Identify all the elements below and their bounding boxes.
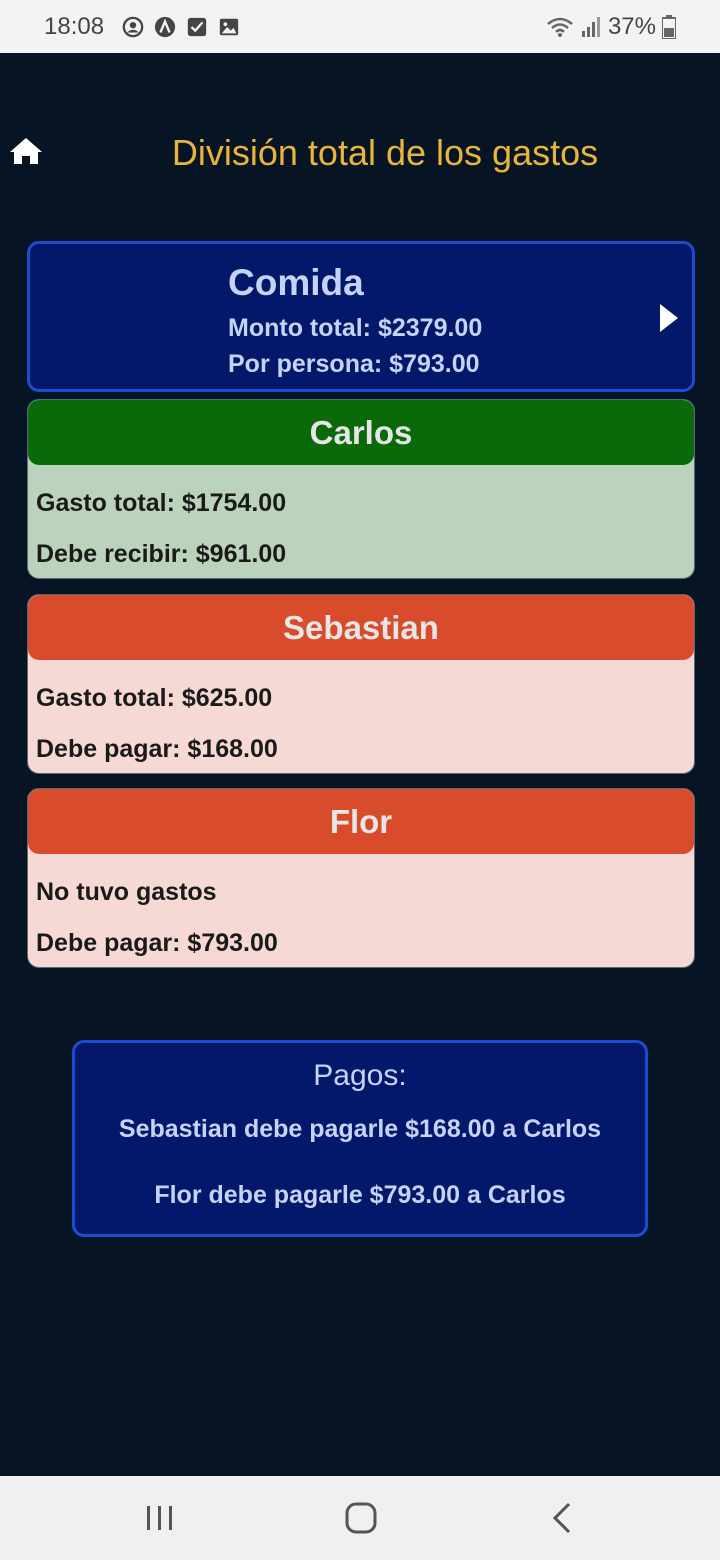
category-name: Comida xyxy=(228,262,364,303)
checkbox-icon xyxy=(187,17,207,36)
status-notification-icons xyxy=(122,16,240,38)
battery-percent: 37% xyxy=(607,12,656,40)
person-total-spent: No tuvo gastos xyxy=(36,878,217,906)
person-total-spent: Gasto total: $1754.00 xyxy=(36,489,287,517)
category-per-person: Por persona: $793.00 xyxy=(228,350,480,378)
status-left: 18:08 xyxy=(44,13,240,41)
home-icon[interactable] xyxy=(9,136,43,166)
wifi-icon xyxy=(547,17,573,37)
status-time: 18:08 xyxy=(44,12,105,40)
payments-title: Pagos: xyxy=(313,1059,407,1092)
chevron-right-icon[interactable] xyxy=(658,302,680,334)
person-card-sebastian: Sebastian Gasto total: $625.00 Debe paga… xyxy=(27,594,695,774)
payment-item: Flor debe pagarle $793.00 a Carlos xyxy=(154,1181,566,1209)
back-icon[interactable] xyxy=(543,1500,583,1536)
person-name: Sebastian xyxy=(28,595,694,660)
person-total-spent: Gasto total: $625.00 xyxy=(36,684,273,712)
person-balance: Debe pagar: $793.00 xyxy=(36,929,278,957)
person-balance: Debe pagar: $168.00 xyxy=(36,735,278,763)
payment-item: Sebastian debe pagarle $168.00 a Carlos xyxy=(118,1115,602,1143)
account-circle-icon xyxy=(122,16,144,37)
app-a-icon xyxy=(154,16,176,37)
category-total: Monto total: $2379.00 xyxy=(228,314,483,342)
payments-card: Pagos: Sebastian debe pagarle $168.00 a … xyxy=(72,1040,648,1237)
person-name: Flor xyxy=(28,789,694,854)
battery-icon xyxy=(662,14,676,39)
status-bar: 18:08 37% xyxy=(0,0,720,53)
home-circle-icon[interactable] xyxy=(341,1500,381,1536)
image-icon xyxy=(219,18,239,35)
category-card[interactable]: Comida Monto total: $2379.00 Por persona… xyxy=(27,241,695,392)
person-card-carlos: Carlos Gasto total: $1754.00 Debe recibi… xyxy=(27,399,695,579)
system-nav-bar xyxy=(0,1476,720,1560)
person-card-flor: Flor No tuvo gastos Debe pagar: $793.00 xyxy=(27,788,695,968)
page-title: División total de los gastos xyxy=(171,132,599,173)
person-name: Carlos xyxy=(28,400,694,465)
person-balance: Debe recibir: $961.00 xyxy=(36,540,287,568)
recent-apps-icon[interactable] xyxy=(140,1500,180,1536)
status-right: 37% xyxy=(546,13,676,41)
signal-icon xyxy=(581,16,600,37)
